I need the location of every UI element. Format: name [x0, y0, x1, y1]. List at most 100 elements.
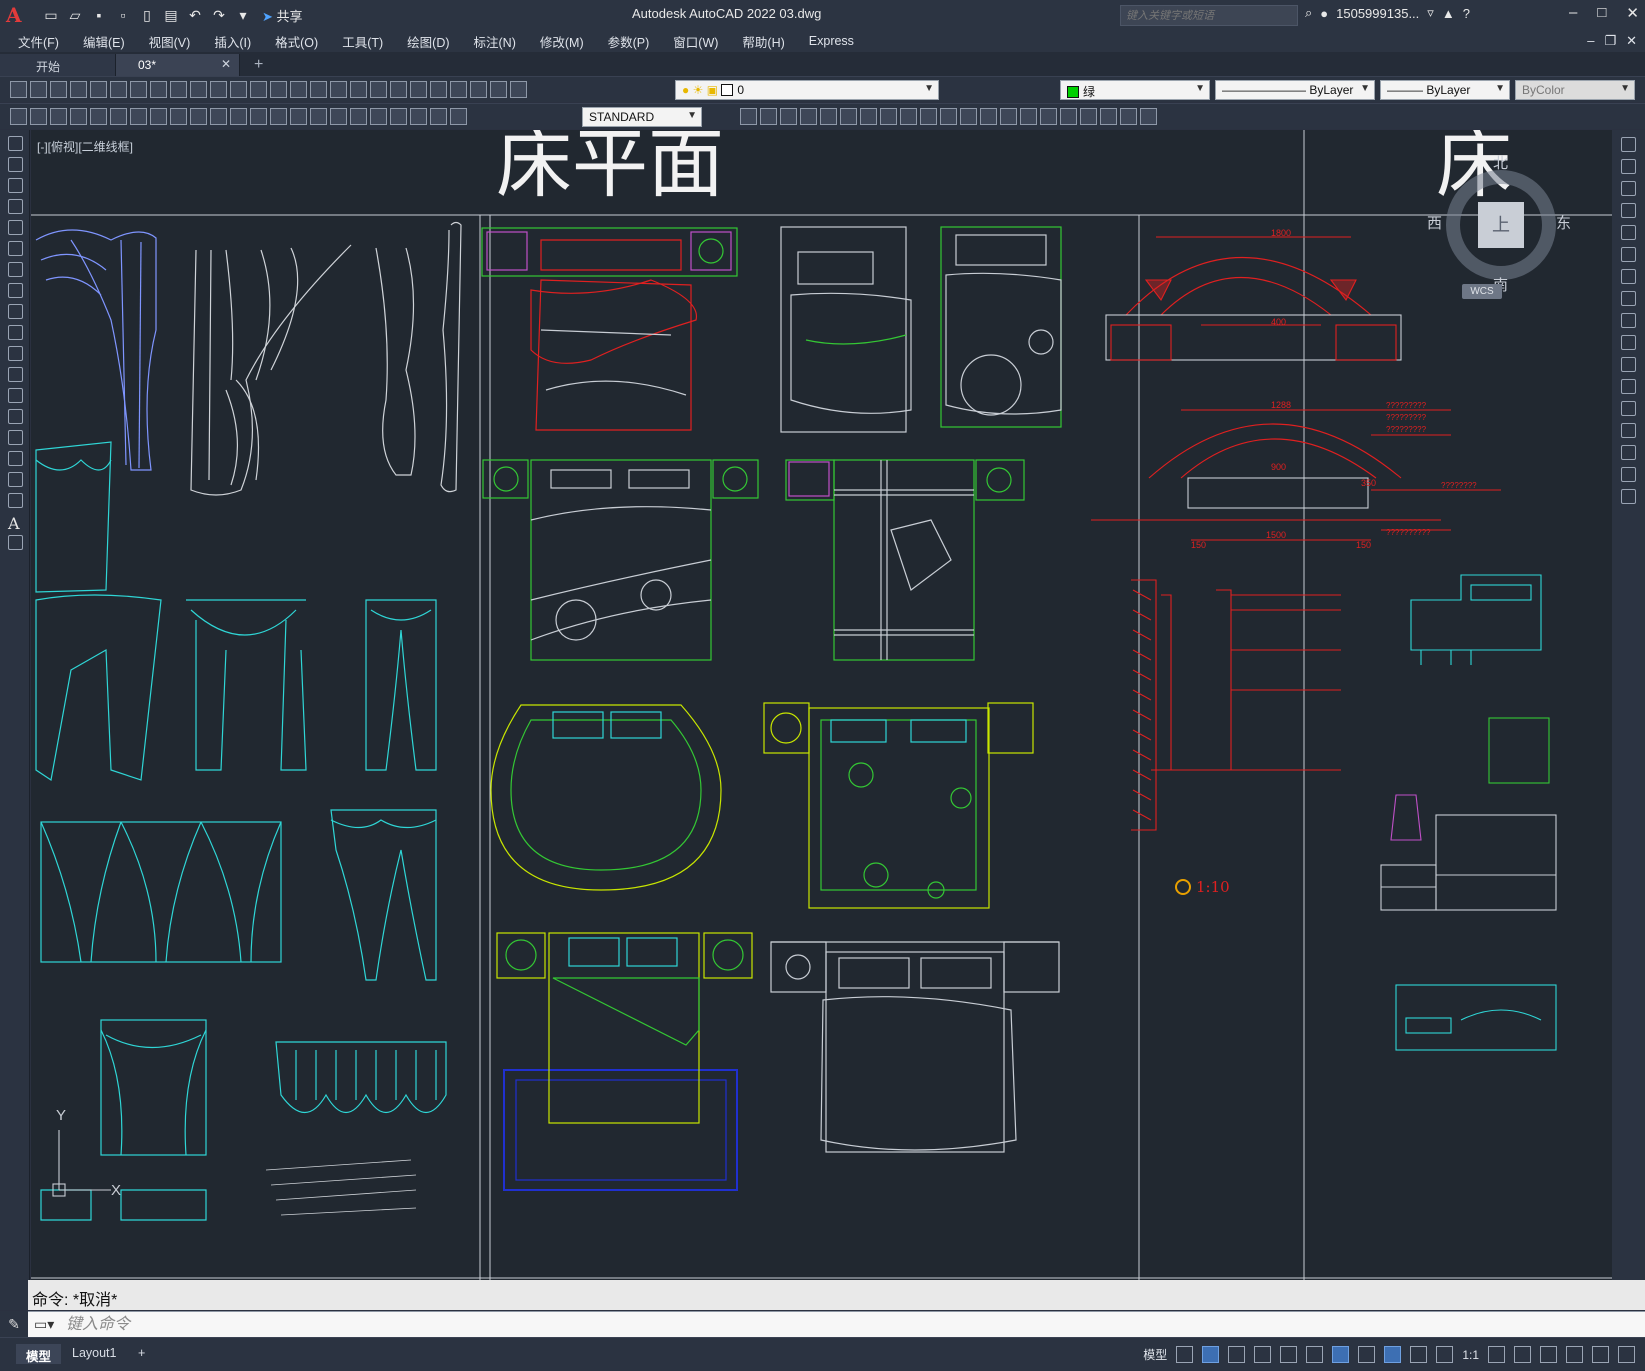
plus-icon[interactable]	[1514, 1346, 1531, 1363]
menu-parametric[interactable]: 参数(P)	[596, 32, 662, 51]
rp-explode-icon[interactable]	[1621, 489, 1636, 504]
lineweight-icon[interactable]	[1358, 1346, 1376, 1363]
dim-quick-icon[interactable]	[230, 108, 247, 125]
draw-hatch-icon[interactable]	[8, 430, 23, 445]
dim-arc-icon[interactable]	[110, 108, 127, 125]
dim-linear-icon[interactable]	[70, 108, 87, 125]
dim-break-icon[interactable]	[310, 108, 327, 125]
mod-ungroup-icon[interactable]	[1100, 108, 1117, 125]
menu-dimension[interactable]: 标注(N)	[462, 32, 528, 51]
help-icon[interactable]: ?	[1463, 6, 1470, 21]
dim-textedit-icon[interactable]	[430, 108, 447, 125]
mod-array-icon[interactable]	[820, 108, 837, 125]
tool-3dprint-icon[interactable]	[130, 81, 147, 98]
lineweight-dropdown[interactable]: ——— ByLayer ▼	[1380, 80, 1510, 100]
dim-edit-icon[interactable]	[410, 108, 427, 125]
draw-xline-icon[interactable]	[8, 157, 23, 172]
tool-layer-props-icon[interactable]	[510, 81, 527, 98]
mod-extend-icon[interactable]	[940, 108, 957, 125]
mod-join-icon[interactable]	[980, 108, 997, 125]
isolate-objects-icon[interactable]	[1540, 1346, 1557, 1363]
rp-chamfer-icon[interactable]	[1621, 423, 1636, 438]
doc-restore-icon[interactable]: ❐	[1604, 33, 1616, 49]
textstyle-dropdown[interactable]: STANDARD ▼	[582, 107, 702, 127]
doc-minimize-icon[interactable]: –	[1587, 33, 1594, 49]
draw-mtext-icon[interactable]: A	[8, 514, 23, 533]
share-button[interactable]: ➤ 共享	[262, 6, 303, 25]
tool-zoom-previous-icon[interactable]	[350, 81, 367, 98]
tool-matchprop-icon[interactable]	[210, 81, 227, 98]
new-tab-button[interactable]: +	[254, 56, 263, 74]
compass-north[interactable]: 北	[1493, 152, 1508, 173]
mod-rotate-icon[interactable]	[860, 108, 877, 125]
rp-blend-icon[interactable]	[1621, 467, 1636, 482]
autoscale-icon[interactable]	[1410, 1346, 1428, 1363]
tool-a-icon[interactable]	[10, 108, 27, 125]
tab-close-icon[interactable]: ✕	[221, 57, 231, 71]
draw-rectangle-icon[interactable]	[8, 220, 23, 235]
dim-update-icon[interactable]	[450, 108, 467, 125]
tool-cut-icon[interactable]	[150, 81, 167, 98]
web-mobile-icon[interactable]: ▯	[138, 6, 156, 24]
cart-icon[interactable]: ▿	[1427, 5, 1434, 21]
draw-addselected-icon[interactable]	[8, 535, 23, 550]
tool-toolpalettes-icon[interactable]	[410, 81, 427, 98]
annotation-scale-value[interactable]: 1:1	[1462, 1348, 1479, 1362]
rp-scale-icon[interactable]	[1621, 291, 1636, 306]
draw-pline-icon[interactable]	[8, 178, 23, 193]
save-icon[interactable]: ▪	[90, 6, 108, 24]
rp-trim-icon[interactable]	[1621, 335, 1636, 350]
mod-explode-icon[interactable]	[1040, 108, 1057, 125]
menu-express[interactable]: Express	[797, 34, 866, 48]
close-icon[interactable]: ✕	[1626, 4, 1639, 22]
tool-new-icon[interactable]	[10, 81, 27, 98]
mod-scale-icon[interactable]	[880, 108, 897, 125]
tool-undo-icon[interactable]	[250, 81, 267, 98]
color-dropdown[interactable]: 绿 ▼	[1060, 80, 1210, 100]
redo-icon[interactable]: ↷	[210, 6, 228, 24]
rp-break-icon[interactable]	[1621, 379, 1636, 394]
tab-model[interactable]: 模型	[16, 1344, 62, 1364]
menu-format[interactable]: 格式(O)	[263, 32, 330, 51]
rp-offset-icon[interactable]	[1621, 203, 1636, 218]
rp-rotate-icon[interactable]	[1621, 269, 1636, 284]
draw-ellipse-arc-icon[interactable]	[8, 346, 23, 361]
tool-calculator-icon[interactable]	[470, 81, 487, 98]
add-layout-button[interactable]: +	[128, 1344, 155, 1364]
customize-qat-icon[interactable]: ▾	[234, 6, 252, 24]
dim-diameter-icon[interactable]	[190, 108, 207, 125]
tool-zoom-realtime-icon[interactable]	[310, 81, 327, 98]
menu-view[interactable]: 视图(V)	[137, 32, 203, 51]
draw-gradient-icon[interactable]	[8, 451, 23, 466]
dim-angular-icon[interactable]	[210, 108, 227, 125]
tool-pan-icon[interactable]	[290, 81, 307, 98]
rp-erase-icon[interactable]	[1621, 137, 1636, 152]
maximize-icon[interactable]: □	[1597, 4, 1606, 22]
draw-arc-icon[interactable]	[8, 241, 23, 256]
rp-join-icon[interactable]	[1621, 401, 1636, 416]
draw-circle-icon[interactable]	[8, 262, 23, 277]
hardware-acceleration-icon[interactable]	[1566, 1346, 1583, 1363]
undo-icon[interactable]: ↶	[186, 6, 204, 24]
tool-publish-icon[interactable]	[110, 81, 127, 98]
dim-continue-icon[interactable]	[270, 108, 287, 125]
compass-east[interactable]: 东	[1556, 212, 1571, 233]
rp-mirror-icon[interactable]	[1621, 181, 1636, 196]
tab-drawing[interactable]: 03* ✕	[116, 54, 240, 76]
rp-array-icon[interactable]	[1621, 225, 1636, 240]
tool-open-icon[interactable]	[30, 81, 47, 98]
compass-west[interactable]: 西	[1427, 212, 1442, 233]
tool-save-icon[interactable]	[50, 81, 67, 98]
mod-offset-icon[interactable]	[800, 108, 817, 125]
draw-table-icon[interactable]	[8, 493, 23, 508]
viewport-controls[interactable]: [-][俯视][二维线框]	[37, 138, 133, 155]
command-settings-icon[interactable]: ✎	[0, 1311, 28, 1337]
search-input[interactable]	[1120, 5, 1298, 26]
rp-fillet-icon[interactable]	[1621, 445, 1636, 460]
object-snap-tracking-icon[interactable]	[1306, 1346, 1324, 1363]
command-input[interactable]	[66, 1314, 1466, 1336]
draw-polygon-icon[interactable]	[8, 199, 23, 214]
tab-layout1[interactable]: Layout1	[62, 1344, 126, 1364]
search-icon[interactable]: ⌕	[1305, 5, 1312, 21]
mod-trim-icon[interactable]	[920, 108, 937, 125]
